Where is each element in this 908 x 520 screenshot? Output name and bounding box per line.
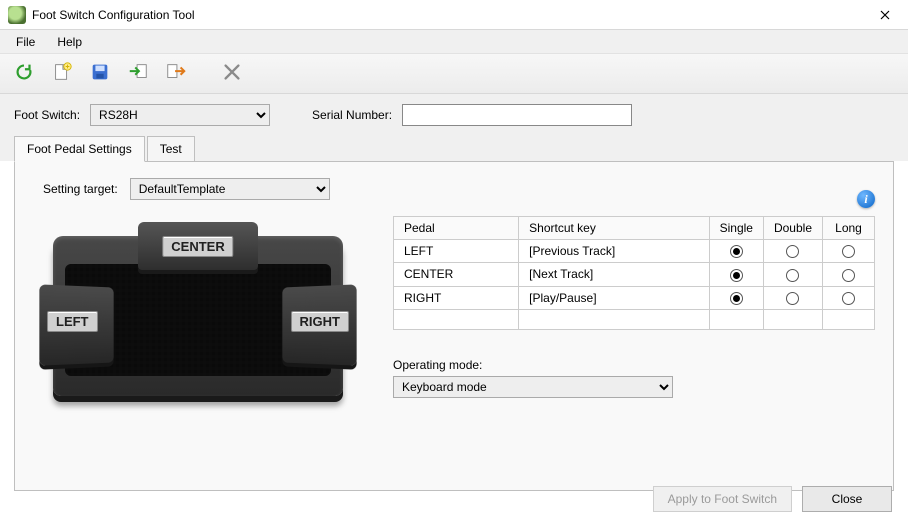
cell-single (709, 286, 763, 309)
foot-pedal-illustration: CENTER LEFT RIGHT (33, 216, 363, 406)
col-double: Double (763, 217, 822, 240)
menu-help[interactable]: Help (49, 32, 90, 52)
serial-number-label: Serial Number: (312, 108, 392, 122)
refresh-icon (13, 61, 35, 86)
window-close-button[interactable] (862, 0, 908, 30)
selector-bar: Foot Switch: RS28H Serial Number: (0, 94, 908, 136)
radio-long[interactable] (842, 269, 855, 282)
toolbar-refresh-button[interactable] (10, 60, 38, 88)
toolbar-delete-button[interactable] (218, 60, 246, 88)
table-row: LEFT[Previous Track] (394, 240, 875, 263)
close-icon (880, 7, 890, 23)
operating-mode-select[interactable]: Keyboard mode (393, 376, 673, 398)
save-icon (89, 61, 111, 86)
radio-long[interactable] (842, 292, 855, 305)
cell-single (709, 263, 763, 286)
cell-double (763, 240, 822, 263)
foot-switch-select[interactable]: RS28H (90, 104, 270, 126)
radio-double[interactable] (786, 269, 799, 282)
tab-panel-settings: Setting target: DefaultTemplate CENTER L… (14, 161, 894, 491)
window-title: Foot Switch Configuration Tool (32, 8, 195, 22)
apply-button[interactable]: Apply to Foot Switch (653, 486, 792, 512)
tab-foot-pedal-settings[interactable]: Foot Pedal Settings (14, 136, 145, 162)
radio-long[interactable] (842, 245, 855, 258)
setting-target-select[interactable]: DefaultTemplate (130, 178, 330, 200)
radio-double[interactable] (786, 245, 799, 258)
export-icon (165, 61, 187, 86)
radio-single[interactable] (730, 292, 743, 305)
pedal-center-label: CENTER (162, 236, 233, 257)
cell-pedal: RIGHT (394, 286, 519, 309)
titlebar: Foot Switch Configuration Tool (0, 0, 908, 30)
toolbar-import-button[interactable] (124, 60, 152, 88)
import-icon (127, 61, 149, 86)
radio-double[interactable] (786, 292, 799, 305)
table-row: CENTER[Next Track] (394, 263, 875, 286)
close-button[interactable]: Close (802, 486, 892, 512)
tabstrip: Foot Pedal Settings Test (0, 136, 908, 161)
toolbar-export-button[interactable] (162, 60, 190, 88)
footer-buttons: Apply to Foot Switch Close (653, 486, 892, 512)
cell-shortcut[interactable]: [Next Track] (519, 263, 709, 286)
radio-single[interactable] (730, 269, 743, 282)
tab-test[interactable]: Test (147, 136, 195, 161)
cell-long (823, 263, 875, 286)
cell-shortcut[interactable]: [Play/Pause] (519, 286, 709, 309)
col-long: Long (823, 217, 875, 240)
table-row: RIGHT[Play/Pause] (394, 286, 875, 309)
operating-mode-label: Operating mode: (393, 358, 875, 372)
table-row-empty (394, 309, 875, 329)
menu-file[interactable]: File (8, 32, 43, 52)
radio-single[interactable] (730, 245, 743, 258)
operating-mode-section: Operating mode: Keyboard mode (393, 358, 875, 398)
cell-single (709, 240, 763, 263)
pedal-right-label: RIGHT (291, 311, 349, 332)
pedal-shortcut-table: Pedal Shortcut key Single Double Long LE… (393, 216, 875, 330)
foot-switch-label: Foot Switch: (14, 108, 80, 122)
delete-icon (221, 61, 243, 86)
cell-double (763, 263, 822, 286)
col-shortcut: Shortcut key (519, 217, 709, 240)
toolbar (0, 54, 908, 94)
cell-long (823, 240, 875, 263)
new-file-icon (51, 61, 73, 86)
toolbar-save-button[interactable] (86, 60, 114, 88)
cell-shortcut[interactable]: [Previous Track] (519, 240, 709, 263)
menubar: File Help (0, 30, 908, 54)
cell-pedal: CENTER (394, 263, 519, 286)
setting-target-label: Setting target: (43, 182, 118, 196)
col-single: Single (709, 217, 763, 240)
cell-pedal: LEFT (394, 240, 519, 263)
app-icon (8, 6, 26, 24)
toolbar-new-button[interactable] (48, 60, 76, 88)
info-icon[interactable]: i (857, 190, 875, 208)
cell-double (763, 286, 822, 309)
col-pedal: Pedal (394, 217, 519, 240)
pedal-left-label: LEFT (47, 311, 98, 332)
serial-number-input[interactable] (402, 104, 632, 126)
cell-long (823, 286, 875, 309)
setting-target-row: Setting target: DefaultTemplate (33, 178, 875, 200)
